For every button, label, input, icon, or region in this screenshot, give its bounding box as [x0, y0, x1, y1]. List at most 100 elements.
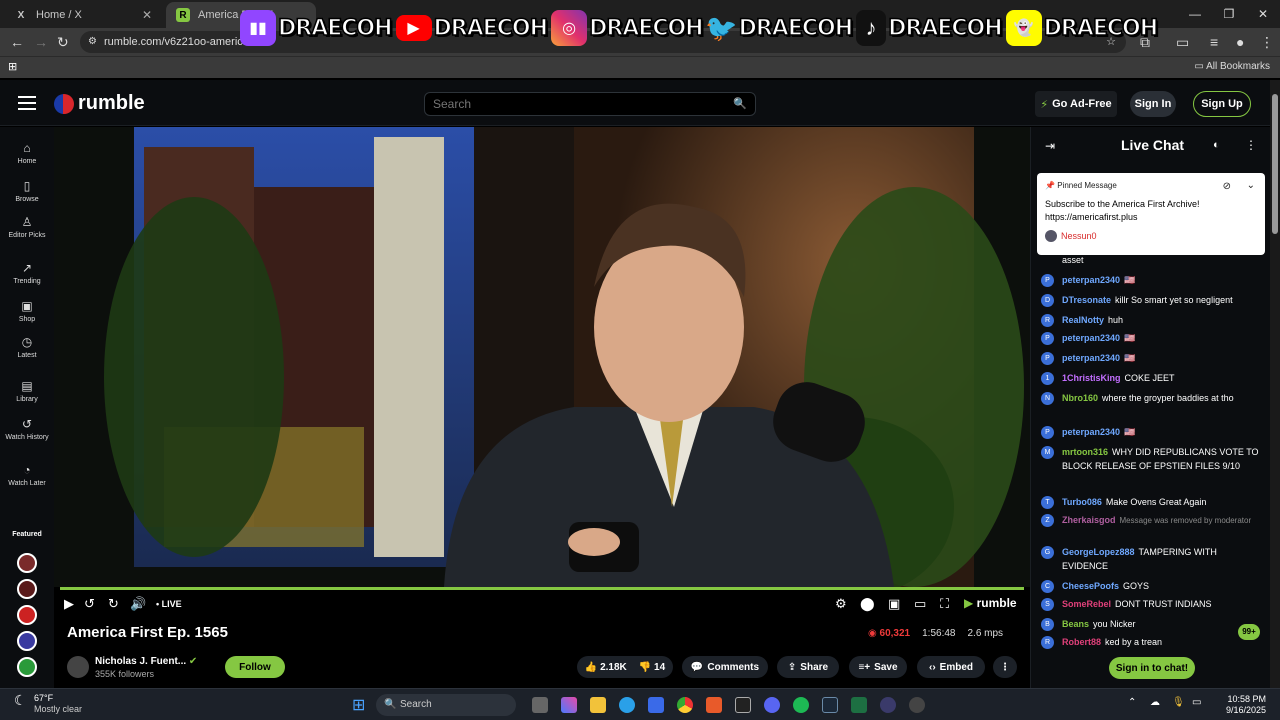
- reload-icon[interactable]: ↻: [57, 34, 69, 51]
- chat-username[interactable]: peterpan2340: [1062, 427, 1120, 437]
- store-icon[interactable]: [648, 697, 664, 713]
- edge-icon[interactable]: [619, 697, 635, 713]
- settings-gear-icon[interactable]: ⚙: [835, 596, 847, 612]
- scrollbar-thumb[interactable]: [1272, 94, 1278, 234]
- chat-username[interactable]: Turbo086: [1062, 497, 1102, 507]
- sidebar-item-latest[interactable]: ◷ Latest: [0, 335, 54, 360]
- dislike-button[interactable]: 👎 14: [639, 662, 665, 673]
- comments-button[interactable]: 💬 Comments: [682, 656, 768, 678]
- brave-icon[interactable]: [706, 697, 722, 713]
- rumble-logo[interactable]: rumble: [54, 92, 145, 115]
- video-player[interactable]: [54, 127, 1030, 587]
- autoplay-toggle-icon[interactable]: ⬤: [860, 596, 875, 612]
- chat-username[interactable]: mrtoon316: [1062, 447, 1108, 457]
- sign-in-button[interactable]: Sign In: [1130, 91, 1176, 117]
- cloud-icon[interactable]: ☁: [1150, 697, 1160, 708]
- chat-username[interactable]: peterpan2340: [1062, 275, 1120, 285]
- avatar[interactable]: 1: [1041, 372, 1054, 385]
- menu-icon[interactable]: ⋮: [1260, 34, 1274, 51]
- steam-icon[interactable]: [822, 697, 838, 713]
- theater-mode-icon[interactable]: ▭: [914, 596, 926, 612]
- chat-menu-icon[interactable]: ⋮: [1245, 138, 1257, 152]
- rumble-player-brand[interactable]: ▶ rumble: [964, 596, 1017, 610]
- featured-channel-avatar[interactable]: [17, 553, 37, 573]
- avatar[interactable]: R: [1041, 314, 1054, 327]
- live-progress-bar[interactable]: [60, 587, 1024, 590]
- network-icon[interactable]: ▭: [1192, 697, 1201, 708]
- avatar[interactable]: G: [1041, 546, 1054, 559]
- windows-start-icon[interactable]: ⊞: [352, 695, 365, 715]
- avatar[interactable]: B: [1041, 618, 1054, 631]
- avatar[interactable]: M: [1041, 446, 1054, 459]
- save-button[interactable]: ≡+ Save: [849, 656, 907, 678]
- chat-username[interactable]: GeorgeLopez888: [1062, 547, 1135, 557]
- sidebar-item-watch-history[interactable]: ↺ Watch History: [0, 417, 54, 442]
- media-icon[interactable]: ≡: [1210, 34, 1218, 50]
- excel-icon[interactable]: [851, 697, 867, 713]
- close-tab-icon[interactable]: ✕: [142, 8, 152, 22]
- avatar[interactable]: D: [1041, 294, 1054, 307]
- chat-username[interactable]: 1ChristisKing: [1062, 373, 1121, 383]
- chat-username[interactable]: DTresonate: [1062, 295, 1111, 305]
- minimize-icon[interactable]: —: [1178, 0, 1212, 28]
- sidebar-item-library[interactable]: ▤ Library: [0, 379, 54, 404]
- close-window-icon[interactable]: ✕: [1246, 0, 1280, 28]
- all-bookmarks-button[interactable]: ▭ All Bookmarks: [1194, 61, 1270, 72]
- follow-button[interactable]: Follow: [225, 656, 285, 678]
- avatar[interactable]: P: [1041, 274, 1054, 287]
- hamburger-menu-icon[interactable]: [18, 96, 36, 110]
- avatar[interactable]: T: [1041, 496, 1054, 509]
- file-explorer-icon[interactable]: [590, 697, 606, 713]
- chevron-down-icon[interactable]: ⌄: [1247, 180, 1255, 191]
- task-view-icon[interactable]: [532, 697, 548, 713]
- sidebar-item-watch-later[interactable]: ◔ Watch Later: [0, 463, 54, 488]
- like-button[interactable]: 👍 2.18K: [585, 662, 627, 673]
- chat-mode-toggle-icon[interactable]: ◐: [1213, 139, 1220, 151]
- sidebar-item-editor-picks[interactable]: ♙ Editor Picks: [0, 215, 54, 240]
- featured-channel-avatar[interactable]: [17, 579, 37, 599]
- sign-up-button[interactable]: Sign Up: [1193, 91, 1251, 117]
- obs-icon[interactable]: [880, 697, 896, 713]
- channel-avatar[interactable]: [67, 656, 89, 678]
- avatar[interactable]: S: [1041, 598, 1054, 611]
- copilot-icon[interactable]: [561, 697, 577, 713]
- hide-eye-icon[interactable]: ⊘: [1223, 181, 1231, 192]
- tab-home-x[interactable]: X Home / X ✕: [4, 2, 162, 28]
- system-clock[interactable]: 10:58 PM 9/16/2025: [1210, 694, 1266, 716]
- chat-username[interactable]: Beans: [1062, 619, 1089, 629]
- sidebar-item-browse[interactable]: ▯ Browse: [0, 179, 54, 204]
- weather-widget[interactable]: ☾ 67°F Mostly clear: [14, 693, 82, 715]
- embed-button[interactable]: ‹› Embed: [917, 656, 985, 678]
- avatar[interactable]: Z: [1041, 514, 1054, 527]
- rewind-icon[interactable]: ↺: [84, 596, 95, 612]
- chat-username[interactable]: RealNotty: [1062, 315, 1104, 325]
- chat-username[interactable]: Nbro160: [1062, 393, 1098, 403]
- avatar[interactable]: N: [1041, 392, 1054, 405]
- cast-icon[interactable]: ▭: [1176, 34, 1189, 51]
- app-icon[interactable]: [735, 697, 751, 713]
- maximize-icon[interactable]: ❐: [1212, 0, 1246, 28]
- avatar[interactable]: P: [1041, 332, 1054, 345]
- avatar[interactable]: P: [1041, 352, 1054, 365]
- chat-username[interactable]: Robert88: [1062, 637, 1101, 647]
- taskbar-search[interactable]: 🔍 Search: [376, 694, 516, 716]
- avatar[interactable]: P: [1041, 426, 1054, 439]
- miniplayer-icon[interactable]: ▣: [888, 596, 900, 612]
- microphone-icon[interactable]: 🎙: [1172, 697, 1185, 708]
- discord-icon[interactable]: [764, 697, 780, 713]
- share-button[interactable]: ⇪ Share: [777, 656, 839, 678]
- featured-channel-avatar[interactable]: [17, 631, 37, 651]
- volume-icon[interactable]: 🔊: [130, 596, 146, 612]
- featured-channel-avatar[interactable]: [17, 657, 37, 677]
- forward-icon[interactable]: →: [34, 34, 48, 50]
- sidebar-item-home[interactable]: ⌂ Home: [0, 141, 54, 166]
- chat-username[interactable]: CheesePoofs: [1062, 581, 1119, 591]
- replay-icon[interactable]: ↻: [108, 596, 119, 612]
- chat-username[interactable]: SomeRebel: [1062, 599, 1111, 609]
- play-icon[interactable]: ▶: [64, 596, 74, 612]
- site-info-icon[interactable]: ⚙: [88, 31, 97, 53]
- chrome-icon[interactable]: [677, 697, 693, 713]
- search-input[interactable]: [425, 93, 715, 115]
- tray-chevron-up-icon[interactable]: ⌃: [1128, 697, 1136, 708]
- channel-name[interactable]: Nicholas J. Fuent... ✔: [95, 656, 197, 667]
